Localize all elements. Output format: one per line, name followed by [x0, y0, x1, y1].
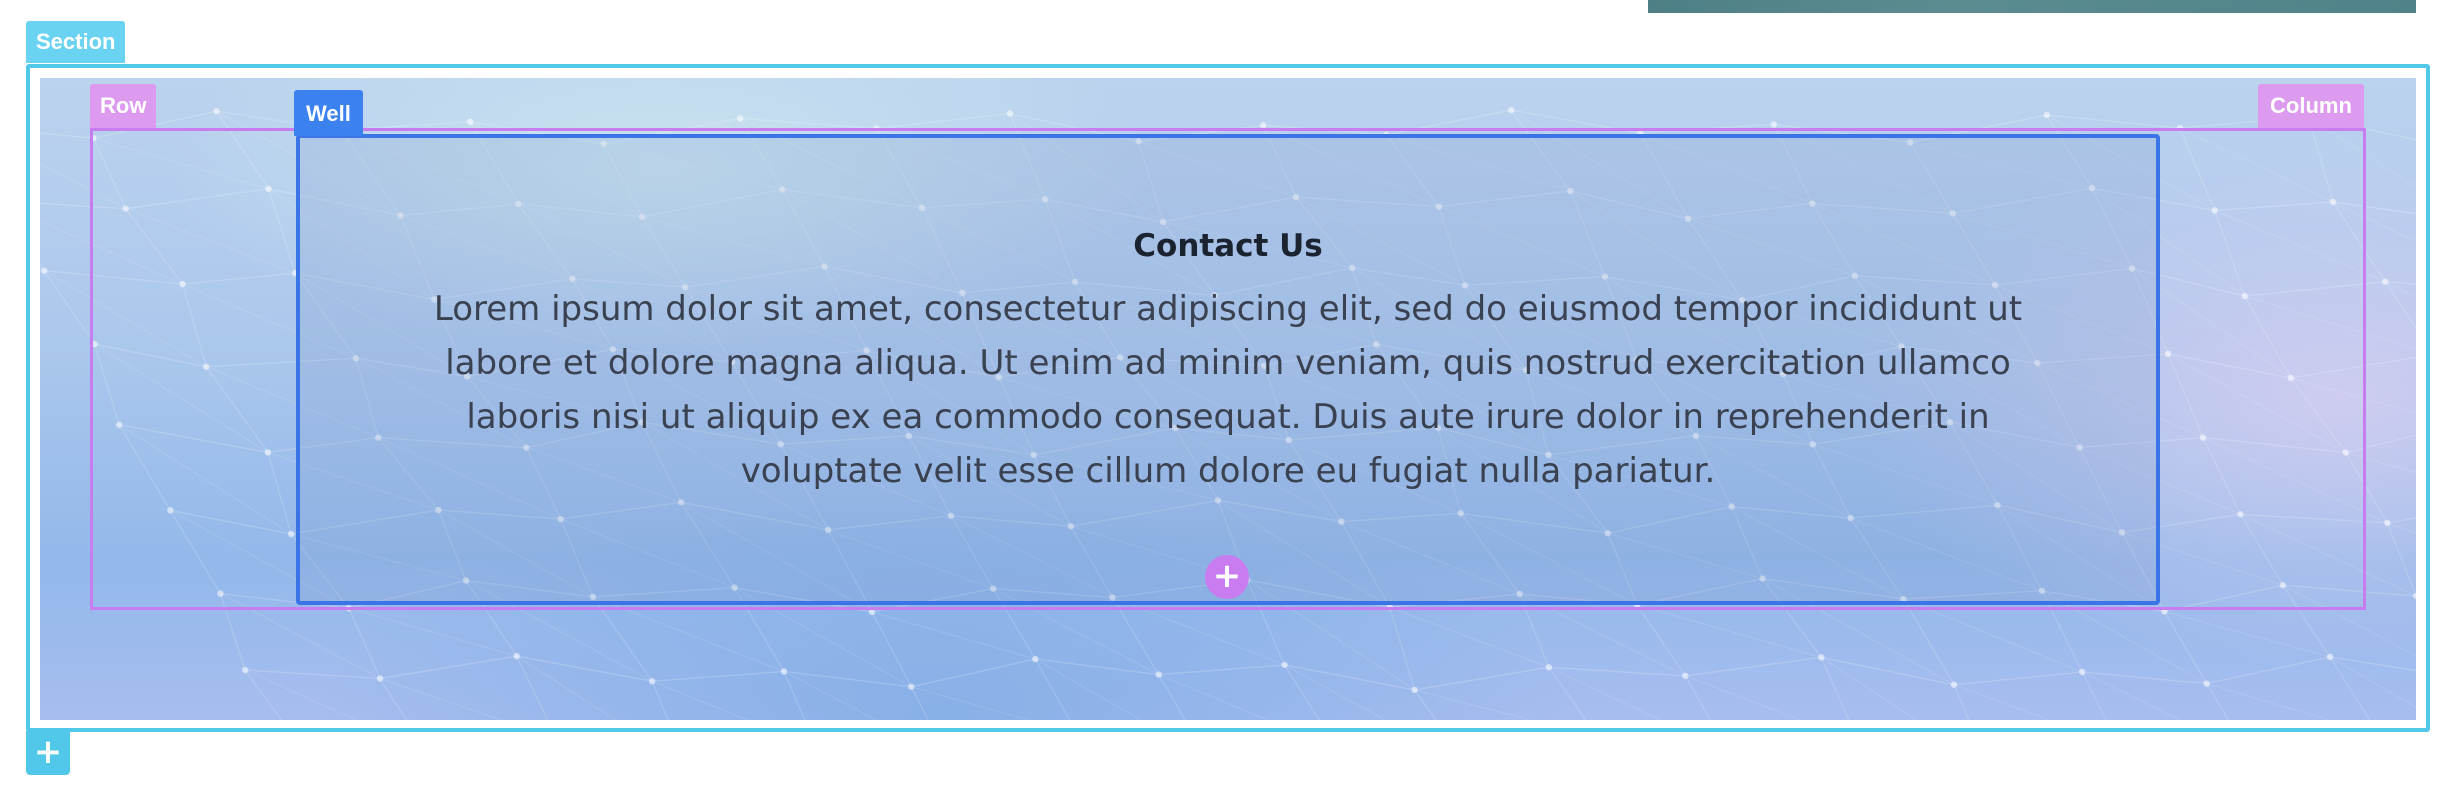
plus-icon: + [33, 732, 63, 772]
top-image-strip [1648, 0, 2416, 13]
contact-heading: Contact Us [1133, 228, 1323, 264]
contact-paragraph: Lorem ipsum dolor sit amet, consectetur … [433, 289, 2023, 491]
well-label-tag[interactable]: Well [294, 90, 363, 136]
column-label-tag[interactable]: Column [2258, 84, 2364, 128]
plus-icon: + [1212, 556, 1242, 596]
row-label-tag[interactable]: Row [90, 84, 157, 128]
add-module-button[interactable]: + [1205, 555, 1249, 599]
section-label-tag[interactable]: Section [26, 21, 126, 63]
add-section-button[interactable]: + [26, 731, 70, 775]
